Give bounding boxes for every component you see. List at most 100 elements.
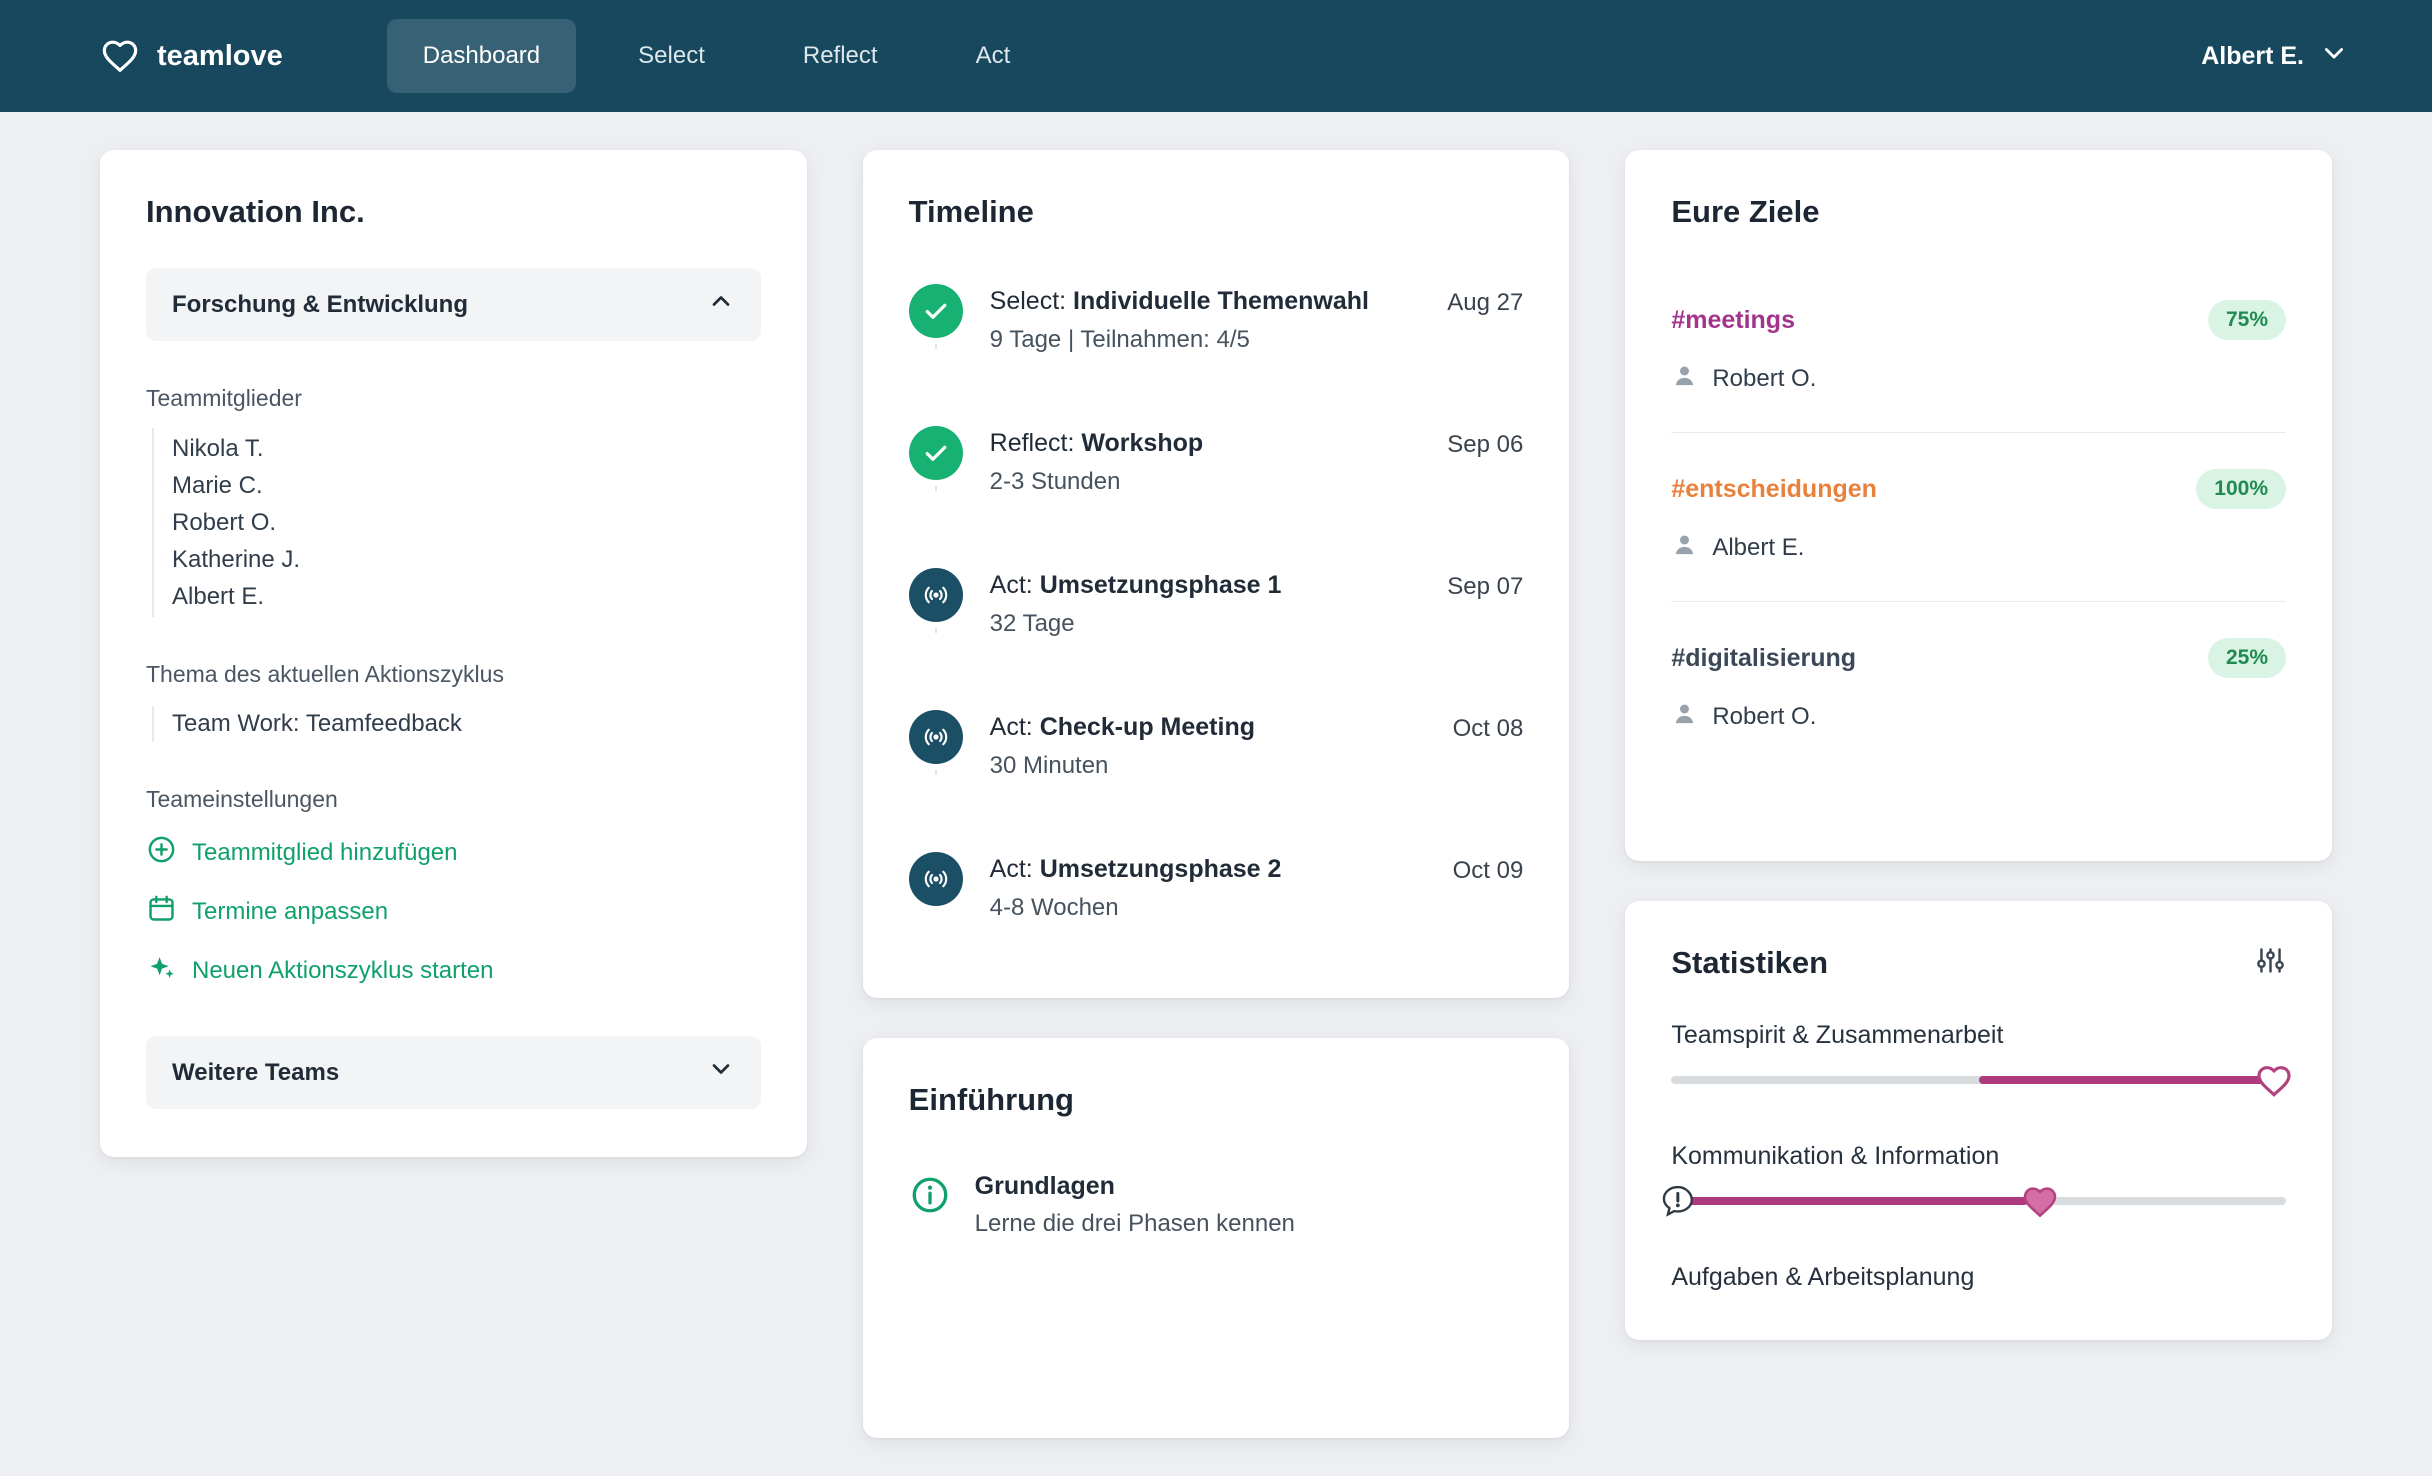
check-circle-icon: [908, 284, 963, 338]
intro-item-title: Grundlagen: [974, 1172, 1115, 1200]
stats-card: Statistiken Teamspirit & Zusammenarbeit: [1625, 901, 2332, 1340]
goal-owner: Albert E.: [1671, 531, 2286, 565]
intro-item-subtitle: Lerne die drei Phasen kennen: [974, 1210, 1295, 1237]
add-member-link[interactable]: Teammitglied hinzufügen: [146, 834, 761, 872]
phase-date: Oct 09: [1452, 857, 1524, 884]
phase-detail: 30 Minuten: [989, 752, 1109, 779]
navbar: teamlove Dashboard Select Reflect Act Al…: [0, 0, 2432, 112]
goal-item: #entscheidungen 100% Albert E.: [1671, 469, 2286, 565]
timeline-item-body: Act: Check-up Meeting 30 Minuten: [990, 710, 1426, 780]
timeline-item: Act: Umsetzungsphase 2 4-8 Wochen Oct 09: [908, 852, 1524, 926]
accordion-weitere-teams[interactable]: Weitere Teams: [146, 1036, 761, 1109]
chevron-down-icon: [707, 1055, 735, 1090]
nav-act[interactable]: Act: [940, 19, 1047, 93]
heart-thumb-icon[interactable]: [2254, 1060, 2294, 1100]
phase-detail: 32 Tage: [989, 610, 1075, 637]
broadcast-icon: [908, 852, 963, 906]
right-column: Eure Ziele #meetings 75% Robert O. #ents…: [1625, 150, 2332, 1340]
timeline-rail: [908, 710, 963, 780]
phase-name: Umsetzungsphase 2: [1039, 855, 1282, 883]
intro-title: Einführung: [908, 1082, 1074, 1117]
calendar-icon: [146, 893, 177, 931]
phase-label: Act:: [989, 855, 1033, 883]
goal-head: #entscheidungen 100%: [1671, 469, 2286, 509]
goal-owner-name: Robert O.: [1712, 703, 1817, 730]
goals-card: Eure Ziele #meetings 75% Robert O. #ents…: [1625, 150, 2332, 861]
user-menu[interactable]: Albert E.: [2201, 39, 2348, 74]
accordion-label: Weitere Teams: [172, 1058, 340, 1086]
exclamation-bubble-icon: [1659, 1182, 1697, 1220]
stat-teamspirit: Teamspirit & Zusammenarbeit: [1671, 1021, 2291, 1102]
adjustments-icon[interactable]: [2255, 945, 2286, 981]
brand-name: teamlove: [157, 39, 283, 72]
heart-thumb-icon[interactable]: [2020, 1181, 2060, 1221]
teamspirit-slider[interactable]: [1671, 1058, 2291, 1102]
timeline-connector: [934, 344, 937, 349]
adjust-dates-label: Termine anpassen: [192, 898, 389, 925]
main-nav: Dashboard Select Reflect Act: [386, 19, 1047, 93]
start-cycle-link[interactable]: Neuen Aktionszyklus starten: [146, 952, 761, 990]
goal-item: #meetings 75% Robert O.: [1671, 300, 2286, 396]
intro-card: Einführung Grundlagen Lerne die drei Pha…: [862, 1038, 1570, 1438]
intro-item-grundlagen[interactable]: Grundlagen Lerne die drei Phasen kennen: [909, 1172, 1524, 1238]
timeline-connector: [934, 486, 937, 491]
timeline-item-body: Select: Individuelle Themenwahl 9 Tage |…: [990, 284, 1421, 354]
check-circle-icon: [908, 426, 963, 480]
add-member-label: Teammitglied hinzufügen: [192, 839, 458, 866]
slider-fill: [1978, 1076, 2286, 1084]
nav-reflect[interactable]: Reflect: [767, 19, 914, 93]
stats-title: Statistiken: [1671, 945, 1829, 980]
timeline-rail: [908, 852, 963, 922]
timeline-item-body: Act: Umsetzungsphase 1 32 Tage: [990, 568, 1421, 638]
user-name: Albert E.: [2201, 41, 2304, 70]
member-item: Robert O.: [172, 509, 277, 536]
phase-label: Act:: [989, 713, 1033, 741]
member-item: Marie C.: [172, 472, 263, 499]
nav-dashboard[interactable]: Dashboard: [386, 19, 577, 93]
accordion-label: Forschung & Entwicklung: [172, 290, 469, 318]
phase-label: Select:: [989, 287, 1067, 315]
person-icon: [1671, 362, 1698, 396]
accordion-forschung-entwicklung[interactable]: Forschung & Entwicklung: [146, 268, 761, 341]
goal-owner: Robert O.: [1671, 700, 2286, 734]
sparkles-icon: [146, 952, 177, 990]
phase-detail: 4-8 Wochen: [989, 894, 1119, 921]
timeline-rail: [908, 284, 963, 354]
goal-owner: Robert O.: [1671, 362, 2286, 396]
phase-date: Sep 06: [1447, 431, 1524, 458]
person-icon: [1671, 531, 1698, 565]
info-icon: [909, 1172, 951, 1221]
nav-select[interactable]: Select: [602, 19, 741, 93]
phase-detail: 9 Tage | Teilnahmen: 4/5: [989, 326, 1250, 353]
goal-head: #digitalisierung 25%: [1671, 638, 2286, 678]
member-item: Albert E.: [172, 583, 265, 610]
dashboard-content: Innovation Inc. Forschung & Entwicklung …: [0, 112, 2432, 1476]
stat-aufgaben: Aufgaben & Arbeitsplanung: [1671, 1263, 2286, 1292]
phase-date: Aug 27: [1447, 289, 1524, 316]
person-icon: [1671, 700, 1698, 734]
chevron-up-icon: [707, 287, 735, 322]
settings-label: Teameinstellungen: [146, 786, 338, 812]
adjust-dates-link[interactable]: Termine anpassen: [146, 893, 761, 931]
member-item: Nikola T.: [172, 435, 264, 462]
plus-circle-icon: [146, 834, 177, 872]
stat-kommunikation: Kommunikation & Information: [1663, 1142, 2286, 1223]
phase-name: Individuelle Themenwahl: [1073, 287, 1369, 315]
timeline-item: Act: Check-up Meeting 30 Minuten Oct 08: [908, 710, 1523, 852]
stat-label: Aufgaben & Arbeitsplanung: [1671, 1263, 1975, 1291]
phase-label: Reflect:: [989, 429, 1075, 457]
middle-column: Timeline Select: Individuelle Themenwahl…: [862, 150, 1570, 1438]
phase-name: Umsetzungsphase 1: [1039, 571, 1282, 599]
goal-tag[interactable]: #entscheidungen: [1671, 475, 1877, 504]
broadcast-icon: [908, 710, 963, 764]
phase-name: Workshop: [1081, 429, 1204, 457]
kommunikation-slider[interactable]: [1663, 1179, 2286, 1223]
goal-tag[interactable]: #digitalisierung: [1671, 644, 1856, 673]
divider: [1671, 432, 2286, 433]
broadcast-icon: [908, 568, 963, 622]
brand[interactable]: teamlove: [100, 36, 283, 76]
phase-date: Sep 07: [1447, 573, 1524, 600]
timeline-title: Timeline: [908, 194, 1034, 229]
phase-label: Act:: [989, 571, 1033, 599]
goal-tag[interactable]: #meetings: [1671, 306, 1795, 335]
